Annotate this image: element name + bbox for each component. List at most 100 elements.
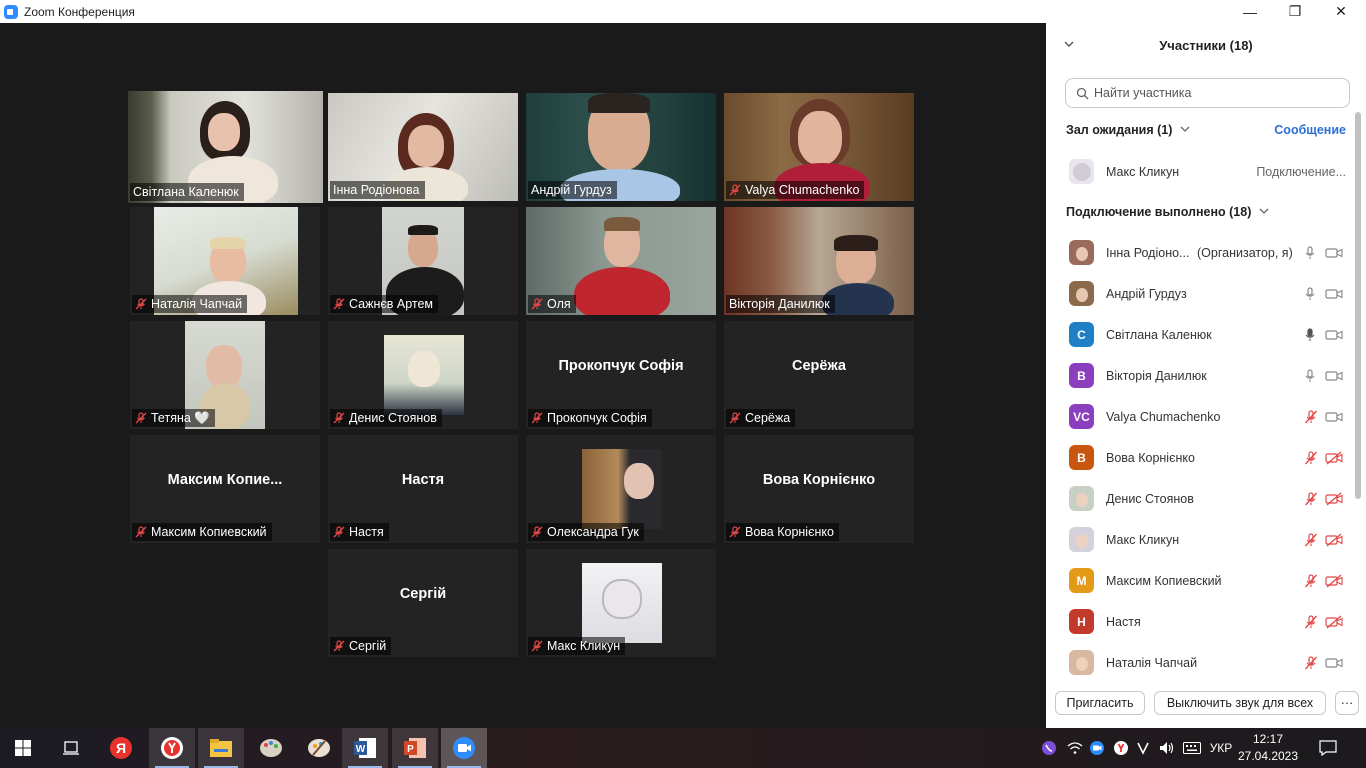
camera-icon[interactable]: [1325, 369, 1343, 383]
participant-search-input[interactable]: Найти участника: [1065, 78, 1350, 108]
windows-start-icon[interactable]: [0, 728, 46, 768]
alice-tray-icon[interactable]: [1132, 728, 1154, 768]
message-waiting-link[interactable]: Сообщение: [1274, 123, 1346, 137]
invite-button[interactable]: Пригласить: [1055, 691, 1145, 715]
video-tile[interactable]: Тетяна 🤍: [130, 321, 320, 429]
tile-name-label: Прокопчук Софія: [528, 409, 652, 427]
participant-status: Подключение...: [1256, 164, 1346, 179]
paint-icon[interactable]: [248, 728, 294, 768]
microphone-icon[interactable]: [1304, 368, 1316, 383]
more-options-button[interactable]: ···: [1335, 691, 1359, 715]
microphone-icon[interactable]: [1304, 245, 1316, 260]
video-tile[interactable]: Настя Настя: [328, 435, 518, 543]
system-clock[interactable]: 12:17 27.04.2023: [1232, 731, 1304, 765]
camera-off-icon[interactable]: [1325, 615, 1343, 629]
close-button[interactable]: ✕: [1318, 0, 1364, 23]
video-tile[interactable]: Світлана Каленюк: [128, 91, 323, 203]
panel-scrollbar[interactable]: [1355, 112, 1361, 499]
camera-icon[interactable]: [1325, 656, 1343, 670]
video-tile[interactable]: Серёжа Серёжа: [724, 321, 914, 429]
microphone-icon[interactable]: [1304, 327, 1316, 342]
avatar: [1069, 240, 1094, 265]
participant-row[interactable]: В Вікторія Данилюк: [1046, 355, 1356, 396]
participant-row[interactable]: С Світлана Каленюк: [1046, 314, 1356, 355]
avatar: VC: [1069, 404, 1094, 429]
file-explorer-icon[interactable]: [198, 728, 244, 768]
mic-muted-icon: [729, 184, 741, 196]
video-tile[interactable]: Сажнєв Артем: [328, 207, 518, 315]
participant-name: Макс Кликун: [1106, 164, 1180, 179]
participant-row[interactable]: Н Настя: [1046, 601, 1356, 642]
video-tile[interactable]: Наталія Чапчай: [130, 207, 320, 315]
paint3d-icon[interactable]: [296, 728, 342, 768]
video-tile[interactable]: Денис Стоянов: [328, 321, 518, 429]
mute-all-button[interactable]: Выключить звук для всех: [1154, 691, 1326, 715]
camera-off-icon[interactable]: [1325, 492, 1343, 506]
video-tile[interactable]: Valya Chumachenko: [724, 93, 914, 201]
mic-muted-icon[interactable]: [1304, 573, 1317, 588]
camera-icon[interactable]: [1325, 410, 1343, 424]
mic-muted-icon[interactable]: [1304, 614, 1317, 629]
video-tile[interactable]: Інна Родіонова: [328, 93, 518, 201]
maximize-button[interactable]: ❐: [1272, 0, 1318, 23]
mic-muted-icon[interactable]: [1304, 491, 1317, 506]
camera-off-icon[interactable]: [1325, 574, 1343, 588]
avatar: [1069, 650, 1094, 675]
participant-row[interactable]: Наталія Чапчай: [1046, 642, 1356, 683]
video-tile[interactable]: Олександра Гук: [526, 435, 716, 543]
participant-row[interactable]: Денис Стоянов: [1046, 478, 1356, 519]
participant-row[interactable]: Андрій Гурдуз: [1046, 273, 1356, 314]
clock-time: 12:17: [1252, 732, 1284, 746]
camera-icon[interactable]: [1325, 328, 1343, 342]
mic-muted-icon[interactable]: [1304, 409, 1317, 424]
waiting-participant-row[interactable]: Макс Кликун Подключение...: [1046, 151, 1356, 192]
mic-muted-icon: [531, 526, 543, 538]
participant-row[interactable]: В Вова Корнієнко: [1046, 437, 1356, 478]
mic-muted-icon[interactable]: [1304, 655, 1317, 670]
microphone-icon[interactable]: [1304, 286, 1316, 301]
word-icon[interactable]: W: [342, 728, 388, 768]
avatar: [1069, 159, 1094, 184]
wifi-icon[interactable]: [1064, 728, 1086, 768]
keyboard-icon[interactable]: [1180, 728, 1204, 768]
mic-muted-icon[interactable]: [1304, 532, 1317, 547]
video-tile[interactable]: Сергій Сергій: [328, 549, 518, 657]
notification-center-icon[interactable]: [1314, 728, 1342, 768]
zoom-taskbar-icon[interactable]: [441, 728, 487, 768]
mic-muted-icon[interactable]: [1304, 450, 1317, 465]
video-tile[interactable]: Андрій Гурдуз: [526, 93, 716, 201]
camera-off-icon[interactable]: [1325, 533, 1343, 547]
participant-row[interactable]: Інна Родіоно... (Организатор, я): [1046, 232, 1356, 273]
participant-row[interactable]: М Максим Копиевский: [1046, 560, 1356, 601]
task-view-icon[interactable]: [48, 728, 94, 768]
svg-text:Я: Я: [116, 740, 126, 756]
waiting-room-header[interactable]: Зал ожидания (1): [1066, 123, 1190, 137]
camera-off-icon[interactable]: [1325, 451, 1343, 465]
video-tile[interactable]: Прокопчук Софія Прокопчук Софія: [526, 321, 716, 429]
volume-icon[interactable]: [1156, 728, 1178, 768]
viber-tray-icon[interactable]: [1038, 728, 1060, 768]
powerpoint-icon[interactable]: P: [392, 728, 438, 768]
video-tile[interactable]: Оля: [526, 207, 716, 315]
video-tile[interactable]: Вікторія Данилюк: [724, 207, 914, 315]
zoom-tray-icon[interactable]: [1086, 728, 1108, 768]
camera-icon[interactable]: [1325, 246, 1343, 260]
tile-name-label: Вова Корнієнко: [726, 523, 839, 541]
camera-icon[interactable]: [1325, 287, 1343, 301]
connected-header[interactable]: Подключение выполнено (18): [1066, 205, 1269, 219]
video-tile[interactable]: Макс Кликун: [526, 549, 716, 657]
video-tile[interactable]: Вова Корнієнко Вова Корнієнко: [724, 435, 914, 543]
collapse-chevron-icon[interactable]: [1064, 38, 1074, 52]
participant-name: Макс Кликун: [1106, 532, 1180, 547]
tile-name-label: Світлана Каленюк: [130, 183, 244, 201]
yandex-browser-icon[interactable]: [149, 728, 195, 768]
participant-row[interactable]: Макс Кликун: [1046, 519, 1356, 560]
yandex-icon[interactable]: Я: [98, 728, 144, 768]
video-tile[interactable]: Максим Копие... Максим Копиевский: [130, 435, 320, 543]
svg-text:W: W: [356, 744, 366, 755]
participant-name: Вікторія Данилюк: [1106, 368, 1207, 383]
yandex-tray-icon[interactable]: [1110, 728, 1132, 768]
minimize-button[interactable]: —: [1227, 0, 1273, 23]
participant-row[interactable]: VC Valya Chumachenko: [1046, 396, 1356, 437]
search-placeholder: Найти участника: [1094, 86, 1192, 100]
